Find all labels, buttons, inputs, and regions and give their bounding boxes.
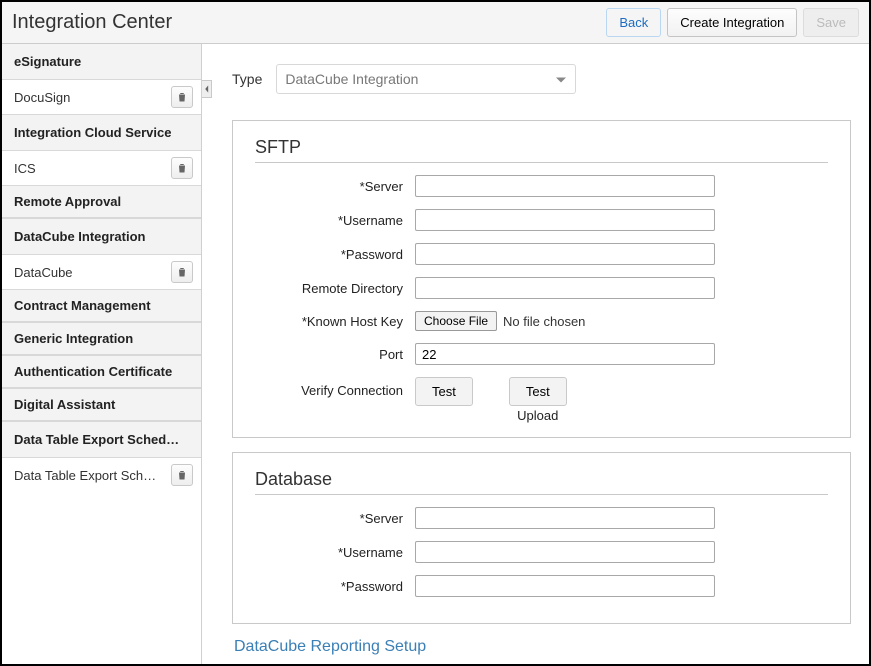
sftp-username-label: *Username [255, 213, 415, 228]
test-button[interactable]: Test [415, 377, 473, 406]
sidebar-item-label: DataCube [14, 265, 73, 280]
sidebar-group-contract[interactable]: Contract Management [2, 289, 201, 322]
type-label: Type [232, 71, 262, 87]
type-row: Type DataCube Integration [232, 64, 851, 94]
sidebar-group-authcert[interactable]: Authentication Certificate [2, 355, 201, 388]
reporting-setup-link[interactable]: DataCube Reporting Setup [234, 638, 851, 656]
sftp-hostkey-label: *Known Host Key [255, 314, 415, 329]
sftp-port-input[interactable] [415, 343, 715, 365]
db-username-label: *Username [255, 545, 415, 560]
sftp-remotedir-input[interactable] [415, 277, 715, 299]
sidebar-item-datatable[interactable]: Data Table Export Sch… [2, 458, 201, 492]
divider [255, 162, 828, 163]
sidebar-item-label: ICS [14, 161, 36, 176]
sidebar-group-digitalassistant[interactable]: Digital Assistant [2, 388, 201, 421]
trash-icon[interactable] [171, 86, 193, 108]
app-frame: Integration Center Back Create Integrati… [0, 0, 871, 666]
db-username-input[interactable] [415, 541, 715, 563]
sidebar-group-esignature[interactable]: eSignature [2, 44, 201, 80]
sidebar-group-remoteapproval[interactable]: Remote Approval [2, 185, 201, 218]
sidebar-collapse-toggle[interactable] [202, 80, 212, 98]
sidebar: eSignature DocuSign Integration Cloud Se… [2, 44, 202, 664]
save-button: Save [803, 8, 859, 37]
trash-icon[interactable] [171, 464, 193, 486]
sidebar-item-docusign[interactable]: DocuSign [2, 80, 201, 114]
divider [255, 494, 828, 495]
back-button[interactable]: Back [606, 8, 661, 37]
sftp-password-label: *Password [255, 247, 415, 262]
trash-icon[interactable] [171, 157, 193, 179]
db-server-label: *Server [255, 511, 415, 526]
type-select[interactable]: DataCube Integration [276, 64, 576, 94]
db-password-label: *Password [255, 579, 415, 594]
sftp-panel: SFTP *Server *Username *Password Remote … [232, 120, 851, 438]
sftp-password-input[interactable] [415, 243, 715, 265]
sidebar-item-label: Data Table Export Sch… [14, 468, 156, 483]
sidebar-group-datacube[interactable]: DataCube Integration [2, 218, 201, 255]
sidebar-item-label: DocuSign [14, 90, 70, 105]
sidebar-item-ics[interactable]: ICS [2, 151, 201, 185]
sftp-username-input[interactable] [415, 209, 715, 231]
type-select-wrap: DataCube Integration [276, 64, 576, 94]
sidebar-group-datatable[interactable]: Data Table Export Sched… [2, 421, 201, 458]
trash-icon[interactable] [171, 261, 193, 283]
db-server-input[interactable] [415, 507, 715, 529]
sftp-remotedir-label: Remote Directory [255, 281, 415, 296]
sftp-server-label: *Server [255, 179, 415, 194]
main: Type DataCube Integration SFTP *Server *… [202, 44, 869, 664]
sidebar-group-generic[interactable]: Generic Integration [2, 322, 201, 355]
page-title: Integration Center [12, 11, 172, 34]
verify-connection-label: Verify Connection [255, 377, 415, 398]
test-upload-button[interactable]: Test [509, 377, 567, 406]
body: eSignature DocuSign Integration Cloud Se… [2, 44, 869, 664]
header-buttons: Back Create Integration Save [606, 8, 859, 37]
sftp-server-input[interactable] [415, 175, 715, 197]
create-integration-button[interactable]: Create Integration [667, 8, 797, 37]
db-password-input[interactable] [415, 575, 715, 597]
sftp-heading: SFTP [255, 137, 828, 158]
database-panel: Database *Server *Username *Password [232, 452, 851, 624]
sidebar-item-datacube[interactable]: DataCube [2, 255, 201, 289]
choose-file-button[interactable]: Choose File [415, 311, 497, 331]
database-heading: Database [255, 469, 828, 490]
sidebar-group-ics[interactable]: Integration Cloud Service [2, 114, 201, 151]
sftp-port-label: Port [255, 347, 415, 362]
file-chosen-label: No file chosen [503, 314, 585, 329]
upload-sublabel: Upload [517, 408, 558, 423]
header: Integration Center Back Create Integrati… [2, 2, 869, 44]
